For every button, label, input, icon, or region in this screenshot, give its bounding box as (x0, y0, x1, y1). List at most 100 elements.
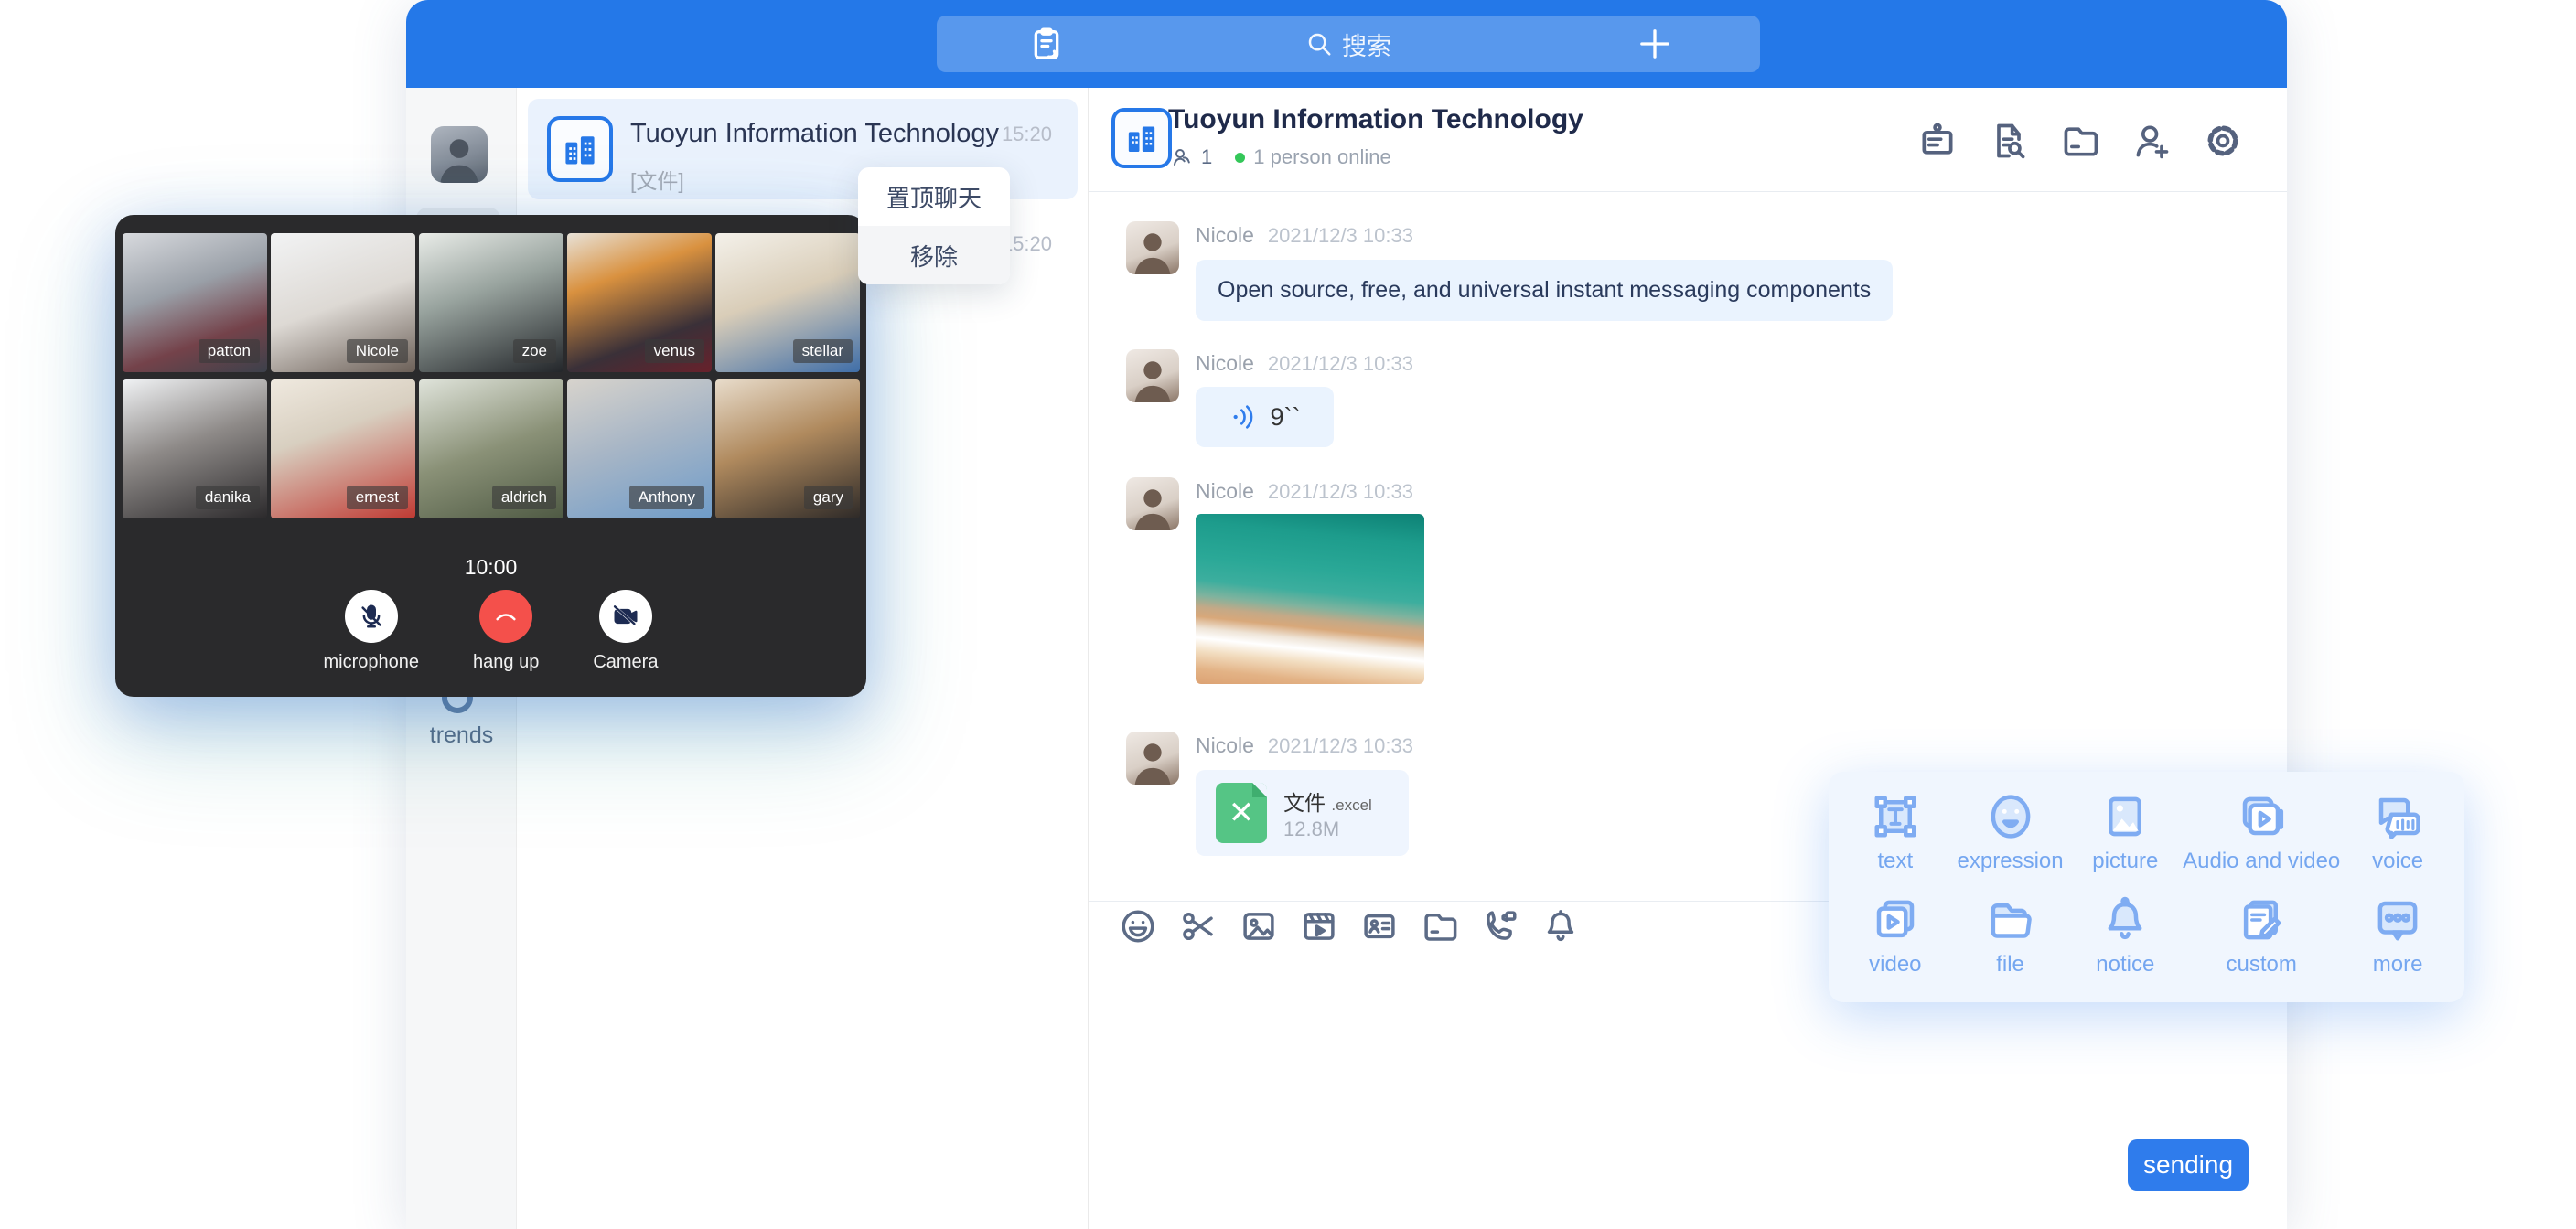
video-call-icon[interactable] (1481, 907, 1519, 946)
group-building-icon (547, 116, 613, 182)
menu-item-pin-chat[interactable]: 置顶聊天 (858, 167, 1010, 226)
participant-tile[interactable]: venus (567, 233, 712, 372)
participant-name: venus (645, 339, 704, 363)
participant-tile[interactable]: Anthony (567, 379, 712, 518)
panel-item-notice[interactable]: notice (2067, 895, 2183, 993)
menu-item-remove[interactable]: 移除 (858, 226, 1010, 284)
notification-bell-icon[interactable] (1541, 907, 1580, 946)
text-icon (1871, 792, 1920, 841)
panel-item-label: custom (2227, 952, 2297, 978)
image-attachment-beach[interactable] (1196, 514, 1424, 684)
send-image-icon[interactable] (1240, 907, 1278, 946)
conversation-context-menu: 置顶聊天 移除 (858, 167, 1010, 284)
panel-item-label: picture (2092, 849, 2158, 874)
panel-item-more[interactable]: more (2340, 895, 2455, 993)
participant-tile[interactable]: ernest (271, 379, 415, 518)
emoji-icon[interactable] (1119, 907, 1157, 946)
camera-toggle-button[interactable] (599, 590, 652, 643)
top-bar: 搜索 (406, 0, 2287, 88)
send-video-icon[interactable] (1300, 907, 1338, 946)
message-time: 2021/12/3 10:33 (1268, 224, 1413, 248)
send-button[interactable]: sending (2128, 1139, 2249, 1191)
file-folder-icon (1986, 895, 2035, 945)
chat-header: Tuoyun Information Technology 1 1 person… (1089, 88, 2287, 192)
participant-name: stellar (793, 339, 853, 363)
picture-icon (2100, 792, 2150, 841)
sender-avatar[interactable] (1126, 732, 1179, 785)
online-status: 1 person online (1253, 145, 1390, 169)
sender-avatar[interactable] (1126, 349, 1179, 402)
participant-tile[interactable]: stellar (715, 233, 860, 372)
participant-tile[interactable]: gary (715, 379, 860, 518)
search-placeholder[interactable]: 搜索 (1342, 27, 1391, 62)
sender-name: Nicole (1196, 479, 1254, 504)
video-icon (1871, 895, 1920, 945)
contact-card-icon[interactable] (1360, 907, 1399, 946)
search-history-icon[interactable] (1989, 121, 2029, 161)
participant-tile[interactable]: danika (123, 379, 267, 518)
conversation-time: 15:20 (1002, 123, 1052, 146)
sender-name: Nicole (1196, 733, 1254, 758)
muted-camera-icon (612, 603, 639, 630)
file-extension: .excel (1331, 796, 1371, 814)
sender-avatar[interactable] (1126, 221, 1179, 274)
message-time: 2021/12/3 10:33 (1268, 480, 1413, 504)
message-time: 2021/12/3 10:33 (1268, 352, 1413, 376)
microphone-mute-button[interactable] (345, 590, 398, 643)
my-avatar[interactable] (431, 126, 488, 183)
files-icon[interactable] (2060, 121, 2100, 161)
search-bar[interactable]: 搜索 (937, 16, 1760, 72)
participant-tile[interactable]: aldrich (419, 379, 564, 518)
attachment-panel: text expression picture Audio and video … (1829, 772, 2464, 1002)
camera-label: Camera (593, 652, 658, 673)
panel-item-picture[interactable]: picture (2067, 792, 2183, 890)
voice-bubble[interactable]: 9`` (1196, 387, 1334, 447)
group-building-icon (1111, 108, 1172, 168)
panel-item-label: more (2373, 952, 2423, 978)
panel-item-video[interactable]: video (1838, 895, 1953, 993)
hang-up-label: hang up (473, 652, 539, 673)
settings-gear-icon[interactable] (2203, 121, 2243, 161)
participant-tile[interactable]: zoe (419, 233, 564, 372)
hang-up-icon (492, 603, 520, 630)
participant-name: ernest (347, 486, 408, 509)
screenshot-scissors-icon[interactable] (1179, 907, 1218, 946)
sender-name: Nicole (1196, 223, 1254, 248)
panel-item-voice[interactable]: voice (2340, 792, 2455, 890)
call-timer: 10:00 (115, 555, 866, 580)
panel-item-label: notice (2096, 952, 2154, 978)
custom-doc-icon (2237, 895, 2286, 945)
panel-item-expression[interactable]: expression (1953, 792, 2068, 890)
search-icon (1305, 30, 1333, 58)
muted-microphone-icon (358, 603, 385, 630)
conversation-last-message: [文件] (630, 164, 684, 195)
trends-label[interactable]: trends (406, 722, 517, 749)
participant-tile[interactable]: Nicole (271, 233, 415, 372)
composer-toolbar (1119, 907, 1580, 946)
notice-bell-icon (2100, 895, 2150, 945)
panel-item-label: text (1878, 849, 1914, 874)
add-member-icon[interactable] (2131, 121, 2172, 161)
announcement-icon[interactable] (1917, 121, 1958, 161)
participant-name: Anthony (629, 486, 704, 509)
chat-pane: Tuoyun Information Technology 1 1 person… (1089, 88, 2287, 1229)
participant-tile[interactable]: patton (123, 233, 267, 372)
voice-icon (2373, 792, 2422, 841)
sender-avatar[interactable] (1126, 477, 1179, 530)
panel-item-audio-video[interactable]: Audio and video (2183, 792, 2340, 890)
conversation-title: Tuoyun Information Technology (630, 119, 999, 149)
sender-name: Nicole (1196, 351, 1254, 376)
panel-item-file[interactable]: file (1953, 895, 2068, 993)
send-file-icon[interactable] (1421, 907, 1459, 946)
file-attachment[interactable]: ✕ 文件 .excel 12.8M (1196, 770, 1409, 856)
hang-up-button[interactable] (479, 590, 532, 643)
chat-title: Tuoyun Information Technology (1168, 104, 1583, 135)
video-call-window: patton Nicole zoe venus stellar danika e… (115, 215, 866, 697)
panel-item-custom[interactable]: custom (2183, 895, 2340, 993)
add-icon[interactable] (1637, 26, 1673, 62)
file-name: 文件 (1283, 791, 1326, 815)
text-bubble[interactable]: Open source, free, and universal instant… (1196, 260, 1893, 321)
panel-item-text[interactable]: text (1838, 792, 1953, 890)
participant-name: aldrich (492, 486, 556, 509)
excel-file-icon: ✕ (1216, 783, 1267, 843)
